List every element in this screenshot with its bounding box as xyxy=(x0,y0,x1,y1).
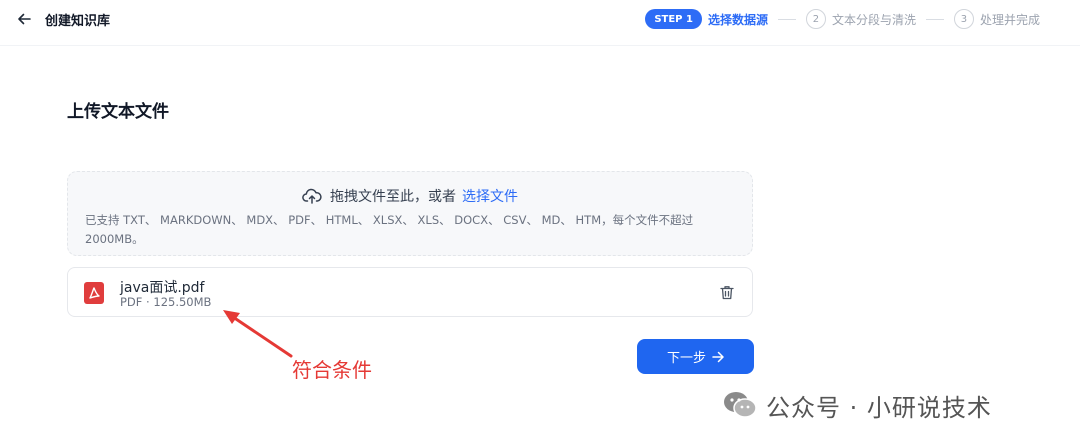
annotation-arrow xyxy=(223,310,293,358)
watermark-text: 公众号 · 小研说技术 xyxy=(766,393,992,422)
page: 创建知识库 STEP 1 选择数据源 2 文本分段与清洗 3 处理并完成 上传文… xyxy=(0,0,1080,448)
wechat-icon xyxy=(724,392,757,418)
watermark: 公众号 · 小研说技术 xyxy=(722,385,992,425)
annotation-text: 符合条件 xyxy=(292,358,372,382)
